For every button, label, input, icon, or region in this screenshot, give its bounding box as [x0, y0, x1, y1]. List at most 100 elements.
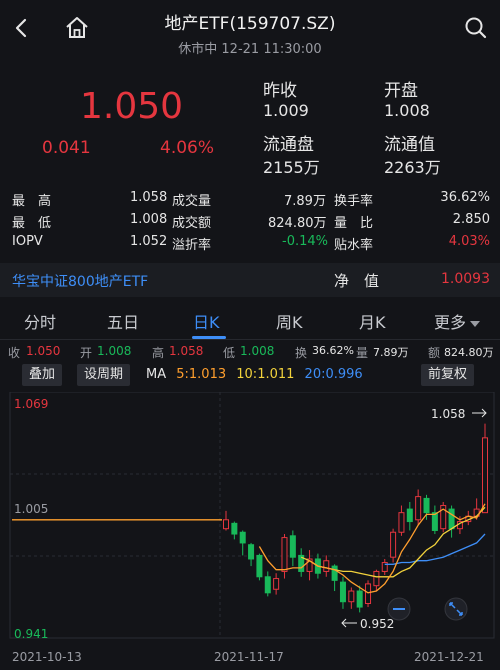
candle-body — [415, 496, 422, 521]
overlay-button[interactable]: 叠加 — [22, 364, 63, 386]
active-tab-indicator — [192, 336, 226, 339]
ma20-line — [384, 533, 486, 565]
low-annotation: 0.952 — [360, 617, 394, 631]
float-shares-label: 流通盘 — [263, 135, 314, 155]
candle-body — [448, 508, 455, 530]
turnover-label: 换手率 — [334, 194, 374, 209]
candle-body — [289, 535, 296, 558]
turnover-value: 36.62% — [312, 344, 354, 357]
tab-daily-k[interactable]: 日K — [193, 309, 220, 333]
candle-body — [373, 570, 380, 587]
tab-intraday[interactable]: 分时 — [24, 309, 56, 333]
low-value: 1.008 — [240, 344, 275, 358]
premium-value: -0.14% — [282, 234, 328, 249]
candle-body — [356, 590, 363, 608]
candle-body — [239, 531, 246, 544]
high-label: 最 高 — [12, 194, 52, 209]
open-value: 1.008 — [384, 101, 430, 120]
tab-monthly-k[interactable]: 月K — [359, 309, 386, 333]
volume-label: 量 — [356, 346, 369, 360]
ma5-value: 5:1.013 — [176, 367, 227, 382]
candle-body — [423, 497, 430, 514]
fund-nav-bar[interactable]: 华宝中证800地产ETF 净 值 1.0093 — [0, 263, 500, 297]
open-label: 开 — [80, 346, 93, 360]
nav-label: 净 值 — [334, 272, 380, 290]
volume-value: 7.89万 — [284, 194, 326, 209]
amount-value: 824.80万 — [268, 216, 327, 231]
set-period-button[interactable]: 设周期 — [77, 364, 131, 386]
chevron-down-icon — [470, 320, 481, 327]
high-arrow-icon — [472, 408, 487, 418]
zoom-out-icon[interactable] — [387, 597, 411, 621]
stats-row: 最 高 1.058 成交量 7.89万 换手率 36.62% — [0, 188, 500, 210]
ma10-value: 10:1.011 — [236, 367, 295, 382]
low-arrow-icon — [341, 618, 357, 628]
candle-body — [231, 522, 238, 535]
close-label: 收 — [8, 346, 21, 360]
candle-body — [273, 578, 280, 590]
tab-five-day[interactable]: 五日 — [107, 309, 139, 333]
turnover-label: 换 — [295, 346, 308, 360]
premium-label: 溢折率 — [172, 238, 212, 253]
discount-value: 4.03% — [448, 234, 490, 249]
low-label: 最 低 — [12, 216, 52, 231]
tab-weekly-k[interactable]: 周K — [276, 309, 303, 333]
open-value: 1.008 — [97, 344, 132, 358]
page-title: 地产ETF(159707.SZ) — [164, 14, 336, 34]
low-value: 1.008 — [130, 212, 168, 227]
tab-more-label: 更多 — [434, 313, 467, 332]
candle-body — [222, 519, 230, 530]
amount-value: 824.80万 — [444, 346, 494, 359]
prev-close-value: 1.009 — [263, 101, 309, 120]
stats-row: IOPV 1.052 溢折率 -0.14% 贴水率 4.03% — [0, 232, 500, 254]
high-annotation: 1.058 — [431, 407, 465, 421]
float-shares-value: 2155万 — [263, 158, 320, 177]
high-value: 1.058 — [169, 344, 204, 358]
iopv-value: 1.052 — [130, 234, 168, 249]
candle-body — [281, 537, 288, 572]
candle-body — [431, 512, 438, 531]
amount-label: 成交额 — [172, 216, 212, 231]
candlestick-chart[interactable]: 1.069 1.005 0.941 1.058 0.952 — [0, 392, 500, 642]
fund-name[interactable]: 华宝中证800地产ETF — [12, 271, 148, 291]
low-label: 低 — [223, 346, 236, 360]
candle-body — [339, 581, 346, 603]
amount-label: 额 — [428, 346, 441, 360]
candle-body — [390, 531, 397, 558]
candle-body — [406, 508, 413, 523]
x-tick-mid: 2021-11-17 — [214, 650, 284, 664]
y-tick-mid: 1.005 — [14, 502, 48, 516]
candle-body — [481, 437, 489, 514]
float-value-value: 2263万 — [384, 158, 441, 177]
tab-more[interactable]: 更多 — [434, 309, 481, 333]
turnover-value: 36.62% — [440, 190, 490, 205]
fullscreen-icon[interactable] — [444, 597, 468, 621]
quote-panel: 1.050 0.041 4.06% 昨收 1.009 开盘 1.008 流通盘 … — [0, 66, 500, 184]
volume-label: 成交量 — [172, 194, 212, 209]
price-change: 0.041 — [42, 138, 91, 158]
nav-value: 1.0093 — [441, 271, 490, 287]
volume-value: 7.89万 — [373, 346, 409, 359]
high-label: 高 — [152, 346, 165, 360]
candle-body — [348, 590, 355, 603]
adjust-button[interactable]: 前复权 — [421, 364, 475, 386]
high-value: 1.058 — [130, 190, 168, 205]
x-tick-end: 2021-12-21 — [414, 650, 484, 664]
y-tick-max: 1.069 — [14, 397, 48, 411]
ohlc-summary: 收 1.050 开 1.008 高 1.058 低 1.008 换 36.62%… — [0, 344, 500, 362]
candle-body — [331, 565, 338, 581]
last-price: 1.050 — [80, 86, 184, 127]
candle-body — [256, 554, 263, 578]
search-icon[interactable] — [462, 14, 490, 42]
float-value-label: 流通值 — [384, 135, 435, 155]
discount-label: 贴水率 — [334, 238, 374, 253]
chart-frame — [9, 392, 495, 639]
ma20-value: 20:0.996 — [304, 367, 363, 382]
market-status: 休市中 12-21 11:30:00 — [178, 42, 322, 57]
candle-body — [365, 583, 372, 604]
top-bar: 地产ETF(159707.SZ) 休市中 12-21 11:30:00 — [0, 0, 500, 66]
price-change-pct: 4.06% — [160, 138, 215, 158]
candle-body — [264, 576, 271, 594]
iopv-label: IOPV — [12, 234, 43, 249]
prev-close-label: 昨收 — [263, 81, 297, 101]
